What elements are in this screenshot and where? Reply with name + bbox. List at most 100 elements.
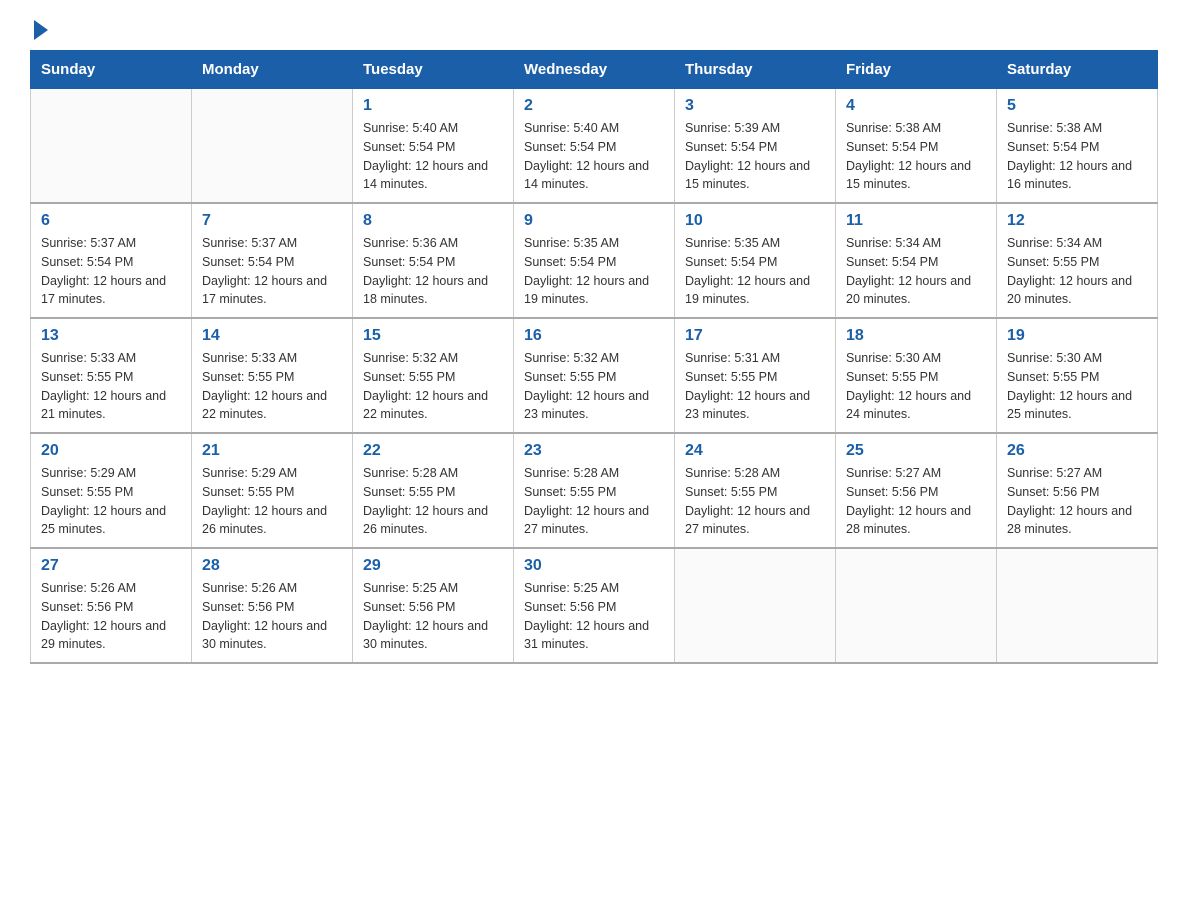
calendar-cell: 19 Sunrise: 5:30 AMSunset: 5:55 PMDayligh… <box>997 318 1158 433</box>
calendar-cell: 14Sunrise: 5:33 AMSunset: 5:55 PMDayligh… <box>192 318 353 433</box>
day-number: 25 <box>846 442 986 460</box>
calendar-cell: 26 Sunrise: 5:27 AMSunset: 5:56 PMDayligh… <box>997 433 1158 548</box>
day-number: 30 <box>524 557 664 575</box>
calendar-cell: 11Sunrise: 5:34 AMSunset: 5:54 PMDayligh… <box>836 203 997 318</box>
day-info: Sunrise: 5:30 AMSunset: 5:55 PMDaylight:… <box>846 349 986 424</box>
day-info: Sunrise: 5:33 AMSunset: 5:55 PMDaylight:… <box>41 349 181 424</box>
day-info: Sunrise: 5:34 AMSunset: 5:55 PMDaylight:… <box>1007 234 1147 309</box>
weekday-header-thursday: Thursday <box>675 51 836 89</box>
weekday-header-friday: Friday <box>836 51 997 89</box>
day-number: 23 <box>524 442 664 460</box>
calendar-cell: 15 Sunrise: 5:32 AMSunset: 5:55 PMDayligh… <box>353 318 514 433</box>
day-number: 1 <box>363 97 503 115</box>
calendar-cell: 7 Sunrise: 5:37 AMSunset: 5:54 PMDaylight… <box>192 203 353 318</box>
day-number: 15 <box>363 327 503 345</box>
day-number: 8 <box>363 212 503 230</box>
day-info: Sunrise: 5:36 AMSunset: 5:54 PMDaylight:… <box>363 234 503 309</box>
day-info: Sunrise: 5:32 AMSunset: 5:55 PMDaylight:… <box>363 349 503 424</box>
day-info: Sunrise: 5:37 AMSunset: 5:54 PMDaylight:… <box>202 234 342 309</box>
day-info: Sunrise: 5:39 AMSunset: 5:54 PMDaylight:… <box>685 119 825 194</box>
calendar-cell: 3 Sunrise: 5:39 AMSunset: 5:54 PMDaylight… <box>675 89 836 204</box>
day-info: Sunrise: 5:29 AMSunset: 5:55 PMDaylight:… <box>41 464 181 539</box>
week-row-3: 13 Sunrise: 5:33 AMSunset: 5:55 PMDayligh… <box>31 318 1158 433</box>
day-number: 26 <box>1007 442 1147 460</box>
day-info: Sunrise: 5:28 AMSunset: 5:55 PMDaylight:… <box>524 464 664 539</box>
day-number: 27 <box>41 557 181 575</box>
calendar-cell <box>192 89 353 204</box>
day-info: Sunrise: 5:29 AMSunset: 5:55 PMDaylight:… <box>202 464 342 539</box>
day-info: Sunrise: 5:33 AMSunset: 5:55 PMDaylight:… <box>202 349 342 424</box>
day-info: Sunrise: 5:25 AMSunset: 5:56 PMDaylight:… <box>363 579 503 654</box>
day-info: Sunrise: 5:34 AMSunset: 5:54 PMDaylight:… <box>846 234 986 309</box>
day-number: 24 <box>685 442 825 460</box>
calendar-cell: 22 Sunrise: 5:28 AMSunset: 5:55 PMDayligh… <box>353 433 514 548</box>
calendar-cell: 13 Sunrise: 5:33 AMSunset: 5:55 PMDayligh… <box>31 318 192 433</box>
calendar-cell: 20 Sunrise: 5:29 AMSunset: 5:55 PMDayligh… <box>31 433 192 548</box>
day-number: 4 <box>846 97 986 115</box>
day-info: Sunrise: 5:31 AMSunset: 5:55 PMDaylight:… <box>685 349 825 424</box>
day-number: 5 <box>1007 97 1147 115</box>
day-number: 10 <box>685 212 825 230</box>
day-info: Sunrise: 5:40 AMSunset: 5:54 PMDaylight:… <box>363 119 503 194</box>
calendar-table: SundayMondayTuesdayWednesdayThursdayFrid… <box>30 50 1158 664</box>
calendar-cell: 17 Sunrise: 5:31 AMSunset: 5:55 PMDayligh… <box>675 318 836 433</box>
day-number: 3 <box>685 97 825 115</box>
calendar-cell: 10Sunrise: 5:35 AMSunset: 5:54 PMDayligh… <box>675 203 836 318</box>
day-number: 17 <box>685 327 825 345</box>
week-row-4: 20 Sunrise: 5:29 AMSunset: 5:55 PMDayligh… <box>31 433 1158 548</box>
calendar-cell: 9 Sunrise: 5:35 AMSunset: 5:54 PMDaylight… <box>514 203 675 318</box>
calendar-cell <box>675 548 836 663</box>
day-info: Sunrise: 5:27 AMSunset: 5:56 PMDaylight:… <box>1007 464 1147 539</box>
weekday-header-tuesday: Tuesday <box>353 51 514 89</box>
day-number: 13 <box>41 327 181 345</box>
calendar-cell: 24 Sunrise: 5:28 AMSunset: 5:55 PMDayligh… <box>675 433 836 548</box>
week-row-2: 6Sunrise: 5:37 AMSunset: 5:54 PMDaylight… <box>31 203 1158 318</box>
calendar-cell: 23 Sunrise: 5:28 AMSunset: 5:55 PMDayligh… <box>514 433 675 548</box>
calendar-cell: 16 Sunrise: 5:32 AMSunset: 5:55 PMDayligh… <box>514 318 675 433</box>
calendar-cell: 25 Sunrise: 5:27 AMSunset: 5:56 PMDayligh… <box>836 433 997 548</box>
day-info: Sunrise: 5:40 AMSunset: 5:54 PMDaylight:… <box>524 119 664 194</box>
day-number: 20 <box>41 442 181 460</box>
day-number: 16 <box>524 327 664 345</box>
day-number: 7 <box>202 212 342 230</box>
calendar-cell: 5 Sunrise: 5:38 AMSunset: 5:54 PMDaylight… <box>997 89 1158 204</box>
weekday-header-wednesday: Wednesday <box>514 51 675 89</box>
day-number: 18 <box>846 327 986 345</box>
calendar-cell: 4 Sunrise: 5:38 AMSunset: 5:54 PMDaylight… <box>836 89 997 204</box>
day-info: Sunrise: 5:38 AMSunset: 5:54 PMDaylight:… <box>846 119 986 194</box>
calendar-cell: 1 Sunrise: 5:40 AMSunset: 5:54 PMDaylight… <box>353 89 514 204</box>
logo <box>30 20 52 40</box>
day-info: Sunrise: 5:25 AMSunset: 5:56 PMDaylight:… <box>524 579 664 654</box>
calendar-cell: 28 Sunrise: 5:26 AMSunset: 5:56 PMDayligh… <box>192 548 353 663</box>
day-number: 9 <box>524 212 664 230</box>
page-header <box>30 20 1158 40</box>
weekday-header-monday: Monday <box>192 51 353 89</box>
day-info: Sunrise: 5:28 AMSunset: 5:55 PMDaylight:… <box>363 464 503 539</box>
day-info: Sunrise: 5:28 AMSunset: 5:55 PMDaylight:… <box>685 464 825 539</box>
day-number: 2 <box>524 97 664 115</box>
day-info: Sunrise: 5:35 AMSunset: 5:54 PMDaylight:… <box>524 234 664 309</box>
calendar-cell: 12 Sunrise: 5:34 AMSunset: 5:55 PMDayligh… <box>997 203 1158 318</box>
calendar-cell: 27 Sunrise: 5:26 AMSunset: 5:56 PMDayligh… <box>31 548 192 663</box>
day-number: 28 <box>202 557 342 575</box>
day-number: 12 <box>1007 212 1147 230</box>
calendar-cell: 21Sunrise: 5:29 AMSunset: 5:55 PMDayligh… <box>192 433 353 548</box>
calendar-cell <box>31 89 192 204</box>
day-info: Sunrise: 5:38 AMSunset: 5:54 PMDaylight:… <box>1007 119 1147 194</box>
day-number: 19 <box>1007 327 1147 345</box>
week-row-5: 27 Sunrise: 5:26 AMSunset: 5:56 PMDayligh… <box>31 548 1158 663</box>
logo-triangle-icon <box>34 20 48 40</box>
calendar-cell: 8 Sunrise: 5:36 AMSunset: 5:54 PMDaylight… <box>353 203 514 318</box>
weekday-header-sunday: Sunday <box>31 51 192 89</box>
day-info: Sunrise: 5:30 AMSunset: 5:55 PMDaylight:… <box>1007 349 1147 424</box>
calendar-cell: 2 Sunrise: 5:40 AMSunset: 5:54 PMDaylight… <box>514 89 675 204</box>
day-number: 22 <box>363 442 503 460</box>
day-info: Sunrise: 5:32 AMSunset: 5:55 PMDaylight:… <box>524 349 664 424</box>
day-info: Sunrise: 5:27 AMSunset: 5:56 PMDaylight:… <box>846 464 986 539</box>
day-info: Sunrise: 5:26 AMSunset: 5:56 PMDaylight:… <box>41 579 181 654</box>
week-row-1: 1 Sunrise: 5:40 AMSunset: 5:54 PMDaylight… <box>31 89 1158 204</box>
day-info: Sunrise: 5:26 AMSunset: 5:56 PMDaylight:… <box>202 579 342 654</box>
weekday-header-row: SundayMondayTuesdayWednesdayThursdayFrid… <box>31 51 1158 89</box>
calendar-cell: 29Sunrise: 5:25 AMSunset: 5:56 PMDayligh… <box>353 548 514 663</box>
calendar-cell: 18 Sunrise: 5:30 AMSunset: 5:55 PMDayligh… <box>836 318 997 433</box>
